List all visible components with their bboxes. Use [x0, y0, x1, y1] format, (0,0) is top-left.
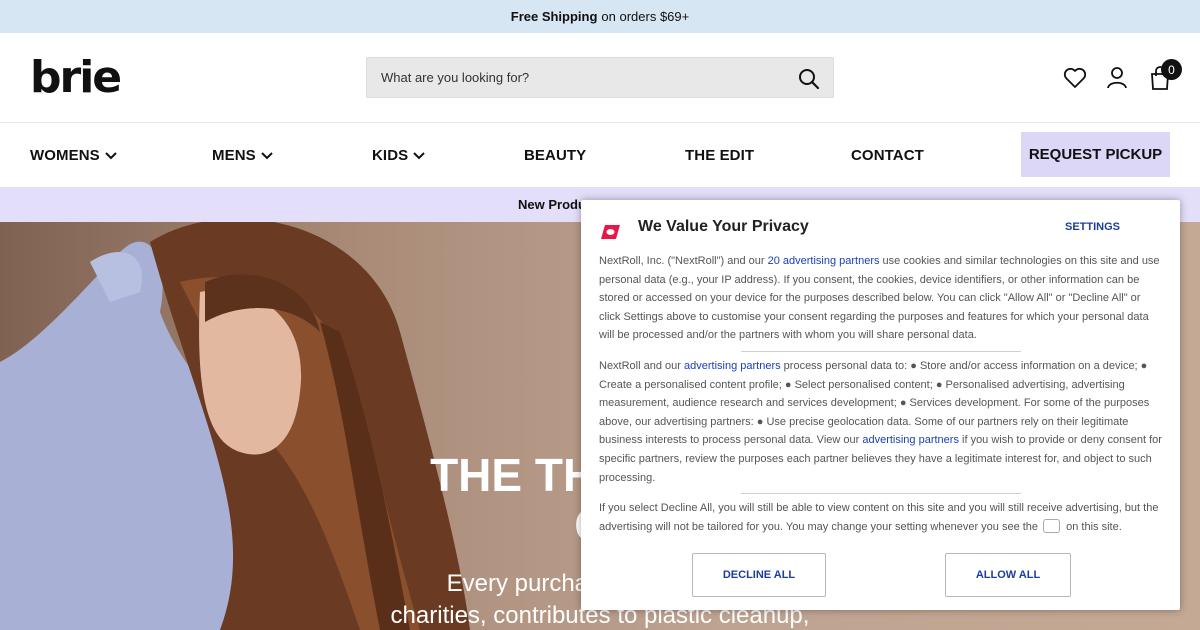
heart-icon[interactable] — [1062, 65, 1088, 91]
paragraph-text: NextRoll and our — [599, 360, 684, 372]
nav-label: WOMENS — [30, 147, 100, 164]
nav-item-womens[interactable]: WOMENS — [30, 147, 117, 164]
brand-logo[interactable]: brie — [30, 55, 122, 101]
request-pickup-button[interactable]: REQUEST PICKUP — [1021, 132, 1170, 177]
search-icon[interactable] — [797, 67, 821, 91]
divider — [741, 351, 1021, 352]
consent-paragraph-2: NextRoll and our advertising partners pr… — [599, 357, 1164, 487]
nav-label: BEAUTY — [524, 147, 587, 164]
chevron-down-icon — [413, 151, 425, 159]
consent-paragraph-1: NextRoll, Inc. ("NextRoll") and our 20 a… — [599, 252, 1164, 345]
main-nav: WOMENS MENS KIDS BEAUTY THE EDIT CONTACT… — [0, 123, 1200, 187]
promo-text: on orders $69+ — [601, 9, 690, 24]
chevron-down-icon — [105, 151, 117, 159]
paragraph-text: use cookies and similar technologies on … — [599, 255, 1160, 342]
nav-item-mens[interactable]: MENS — [212, 147, 273, 164]
divider — [741, 493, 1021, 494]
advertising-partners-link[interactable]: advertising partners — [684, 360, 781, 372]
nav-label: THE EDIT — [685, 147, 755, 164]
user-icon[interactable] — [1104, 65, 1130, 91]
nav-item-contact[interactable]: CONTACT — [851, 147, 924, 164]
advertising-partners-link[interactable]: advertising partners — [862, 434, 959, 446]
nextroll-logo-icon — [599, 222, 623, 247]
promo-bold: Free Shipping — [510, 9, 598, 24]
nav-label: CONTACT — [851, 147, 924, 164]
nav-item-beauty[interactable]: BEAUTY — [524, 147, 586, 164]
chevron-down-icon — [261, 151, 273, 159]
settings-link[interactable]: SETTINGS — [1065, 221, 1120, 233]
privacy-consent-dialog: We Value Your Privacy SETTINGS NextRoll,… — [581, 200, 1180, 610]
paragraph-text: on this site. — [1066, 520, 1122, 533]
announcement-text: New Produ — [518, 197, 586, 212]
search-bar[interactable] — [366, 57, 834, 98]
search-input[interactable] — [381, 70, 781, 85]
paragraph-text: NextRoll, Inc. ("NextRoll") and our — [599, 255, 768, 267]
allow-all-button[interactable]: ALLOW ALL — [945, 553, 1071, 597]
cart-count-badge: 0 — [1161, 59, 1182, 80]
nav-item-kids[interactable]: KIDS — [372, 147, 425, 164]
consent-paragraph-3: If you select Decline All, you will stil… — [599, 499, 1164, 536]
dialog-title: We Value Your Privacy — [638, 218, 809, 235]
partners-link[interactable]: 20 advertising partners — [768, 255, 880, 267]
decline-all-button[interactable]: DECLINE ALL — [692, 553, 826, 597]
nav-label: MENS — [212, 147, 256, 164]
site-header: brie 0 — [0, 33, 1200, 123]
nav-label: KIDS — [372, 147, 409, 164]
consent-settings-icon[interactable] — [1043, 518, 1061, 533]
promo-bar: Free Shipping on orders $69+ — [0, 0, 1200, 33]
nav-item-the-edit[interactable]: THE EDIT — [685, 147, 754, 164]
